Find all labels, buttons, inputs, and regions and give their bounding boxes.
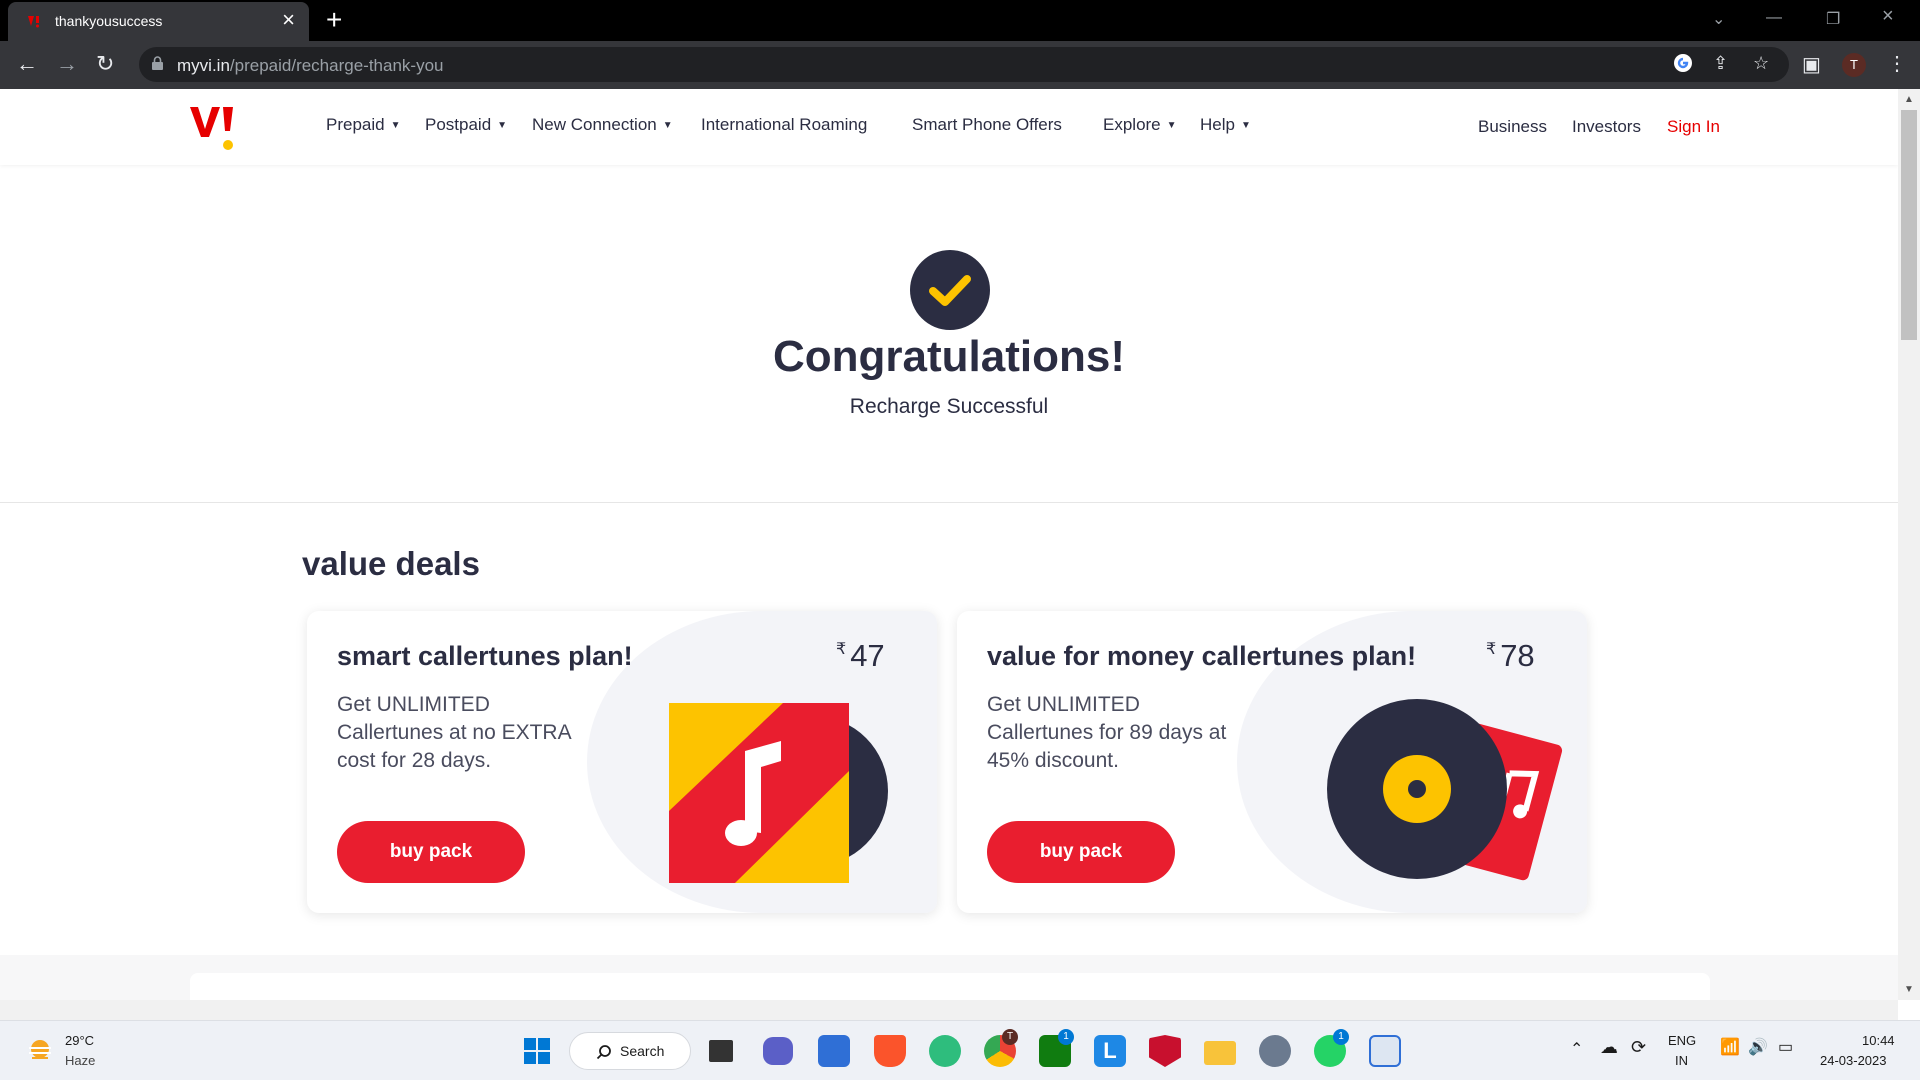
deal-card: smart callertunes plan! ₹47 Get UNLIMITE… bbox=[307, 611, 937, 913]
next-section-card bbox=[190, 973, 1710, 1000]
success-check-icon bbox=[910, 250, 990, 330]
buy-pack-button[interactable]: buy pack bbox=[337, 821, 525, 883]
menu-kebab-icon[interactable]: ⋮ bbox=[1887, 51, 1907, 76]
forward-icon[interactable]: → bbox=[56, 51, 78, 77]
nav-investors[interactable]: Investors bbox=[1572, 117, 1641, 137]
deal-title: smart callertunes plan! bbox=[337, 641, 633, 671]
store-icon[interactable] bbox=[818, 1035, 850, 1067]
caret-down-icon: ▼ bbox=[1240, 120, 1251, 131]
caret-down-icon: ▼ bbox=[390, 120, 401, 131]
callertune-album-icon bbox=[669, 703, 888, 883]
windows-taskbar: 29°C Haze Search T 1 L 1 ⌃ ☁ ⟳ ENG IN 📶 … bbox=[0, 1020, 1920, 1080]
deal-card: value for money callertunes plan! ₹78 Ge… bbox=[957, 611, 1587, 913]
clock-date[interactable]: 24-03-2023 bbox=[1820, 1053, 1887, 1068]
mcafee-icon[interactable] bbox=[1149, 1035, 1181, 1067]
volume-icon[interactable]: 🔊 bbox=[1748, 1037, 1768, 1057]
close-window-icon[interactable]: × bbox=[1882, 5, 1894, 28]
lock-icon bbox=[152, 56, 163, 70]
onedrive-icon[interactable]: ☁ bbox=[1600, 1037, 1618, 1058]
task-view-icon[interactable] bbox=[709, 1040, 733, 1062]
close-tab-icon[interactable]: × bbox=[282, 9, 295, 31]
url-text: myvi.in/prepaid/recharge-thank-you bbox=[177, 56, 444, 75]
nav-postpaid[interactable]: Postpaid ▼ bbox=[425, 115, 507, 135]
scroll-down-icon[interactable]: ▼ bbox=[1904, 984, 1914, 995]
snipping-tool-icon[interactable] bbox=[1369, 1035, 1401, 1067]
bookmark-star-icon[interactable]: ☆ bbox=[1753, 53, 1769, 74]
web-page: Prepaid ▼ Postpaid ▼ New Connection ▼ Inter… bbox=[0, 89, 1898, 1000]
chat-icon[interactable] bbox=[763, 1037, 793, 1065]
xbox-badge: 1 bbox=[1058, 1029, 1074, 1045]
caret-down-icon: ▼ bbox=[1166, 120, 1177, 131]
caret-down-icon: ▼ bbox=[497, 120, 508, 131]
brave-icon[interactable] bbox=[874, 1035, 906, 1067]
buy-pack-button[interactable]: buy pack bbox=[987, 821, 1175, 883]
language-top[interactable]: ENG bbox=[1668, 1033, 1696, 1048]
tab-title: thankyousuccess bbox=[55, 13, 163, 29]
nav-international-roaming[interactable]: International Roaming bbox=[701, 115, 867, 135]
deal-price: ₹78 bbox=[1486, 638, 1535, 673]
sign-in-link[interactable]: Sign In bbox=[1667, 117, 1720, 137]
browser-tab[interactable]: thankyousuccess × bbox=[8, 2, 309, 41]
file-explorer-icon[interactable] bbox=[1204, 1041, 1236, 1065]
whatsapp-badge: 1 bbox=[1333, 1029, 1349, 1045]
vinyl-record-icon bbox=[1327, 699, 1563, 881]
scroll-up-icon[interactable]: ▲ bbox=[1904, 94, 1914, 105]
vi-favicon-icon bbox=[27, 13, 43, 29]
windows-start-icon[interactable] bbox=[521, 1035, 553, 1067]
tab-search-icon[interactable]: ⌄ bbox=[1712, 9, 1725, 29]
back-icon[interactable]: ← bbox=[16, 51, 38, 77]
launcher-l-icon[interactable]: L bbox=[1094, 1035, 1126, 1067]
success-section: Congratulations! Recharge Successful bbox=[0, 165, 1898, 503]
vi-logo[interactable] bbox=[188, 103, 246, 155]
nav-prepaid[interactable]: Prepaid ▼ bbox=[326, 115, 401, 135]
minimize-icon[interactable]: — bbox=[1766, 9, 1782, 27]
nav-new-connection[interactable]: New Connection ▼ bbox=[532, 115, 673, 135]
nav-business[interactable]: Business bbox=[1478, 117, 1547, 137]
battery-icon[interactable]: ▭ bbox=[1778, 1037, 1793, 1057]
new-tab-icon[interactable]: + bbox=[326, 4, 342, 36]
nav-smart-phone-offers[interactable]: Smart Phone Offers bbox=[912, 115, 1062, 135]
deal-description: Get UNLIMITED Callertunes for 89 days at… bbox=[987, 693, 1227, 772]
edge-icon[interactable] bbox=[929, 1035, 961, 1067]
success-subtitle: Recharge Successful bbox=[849, 395, 1049, 418]
weather-condition: Haze bbox=[65, 1053, 96, 1068]
deals-title: value deals bbox=[302, 545, 480, 582]
deal-title: value for money callertunes plan! bbox=[987, 641, 1417, 671]
search-icon bbox=[596, 1045, 611, 1060]
show-hidden-icons-icon[interactable]: ⌃ bbox=[1570, 1039, 1583, 1059]
deal-price: ₹47 bbox=[836, 638, 885, 673]
restore-icon[interactable]: ❐ bbox=[1826, 9, 1840, 29]
wifi-icon[interactable]: 📶 bbox=[1720, 1037, 1740, 1057]
success-title: Congratulations! bbox=[773, 332, 1125, 381]
site-header: Prepaid ▼ Postpaid ▼ New Connection ▼ Inter… bbox=[0, 89, 1898, 165]
nav-help[interactable]: Help ▼ bbox=[1200, 115, 1251, 135]
nav-explore[interactable]: Explore ▼ bbox=[1103, 115, 1177, 135]
weather-temp: 29°C bbox=[65, 1033, 95, 1048]
taskbar-search[interactable]: Search bbox=[569, 1032, 691, 1070]
side-panel-icon[interactable]: ▣ bbox=[1802, 52, 1821, 77]
google-icon[interactable] bbox=[1673, 53, 1693, 78]
address-bar[interactable]: myvi.in/prepaid/recharge-thank-you ⇪ ☆ bbox=[139, 47, 1789, 82]
value-deals-section: value deals smart callertunes plan! ₹47 … bbox=[0, 503, 1898, 955]
profile-avatar[interactable]: T bbox=[1842, 53, 1866, 77]
scroll-thumb[interactable] bbox=[1901, 110, 1917, 340]
sync-icon[interactable]: ⟳ bbox=[1631, 1037, 1646, 1058]
share-icon[interactable]: ⇪ bbox=[1713, 53, 1728, 74]
settings-gear-icon[interactable] bbox=[1259, 1035, 1291, 1067]
caret-down-icon: ▼ bbox=[662, 120, 673, 131]
language-bottom[interactable]: IN bbox=[1675, 1053, 1688, 1068]
horizontal-scrollbar[interactable] bbox=[0, 1000, 1898, 1020]
tab-strip: thankyousuccess × + ⌄ — ❐ × bbox=[0, 0, 1920, 41]
chrome-profile-badge: T bbox=[1002, 1029, 1018, 1045]
reload-icon[interactable]: ↻ bbox=[96, 51, 114, 77]
deal-description: Get UNLIMITED Callertunes at no EXTRA co… bbox=[337, 693, 571, 772]
address-toolbar: ← → ↻ myvi.in/prepaid/recharge-thank-you… bbox=[0, 41, 1920, 89]
haze-weather-icon[interactable] bbox=[26, 1037, 54, 1065]
clock-time[interactable]: 10:44 bbox=[1862, 1033, 1895, 1048]
